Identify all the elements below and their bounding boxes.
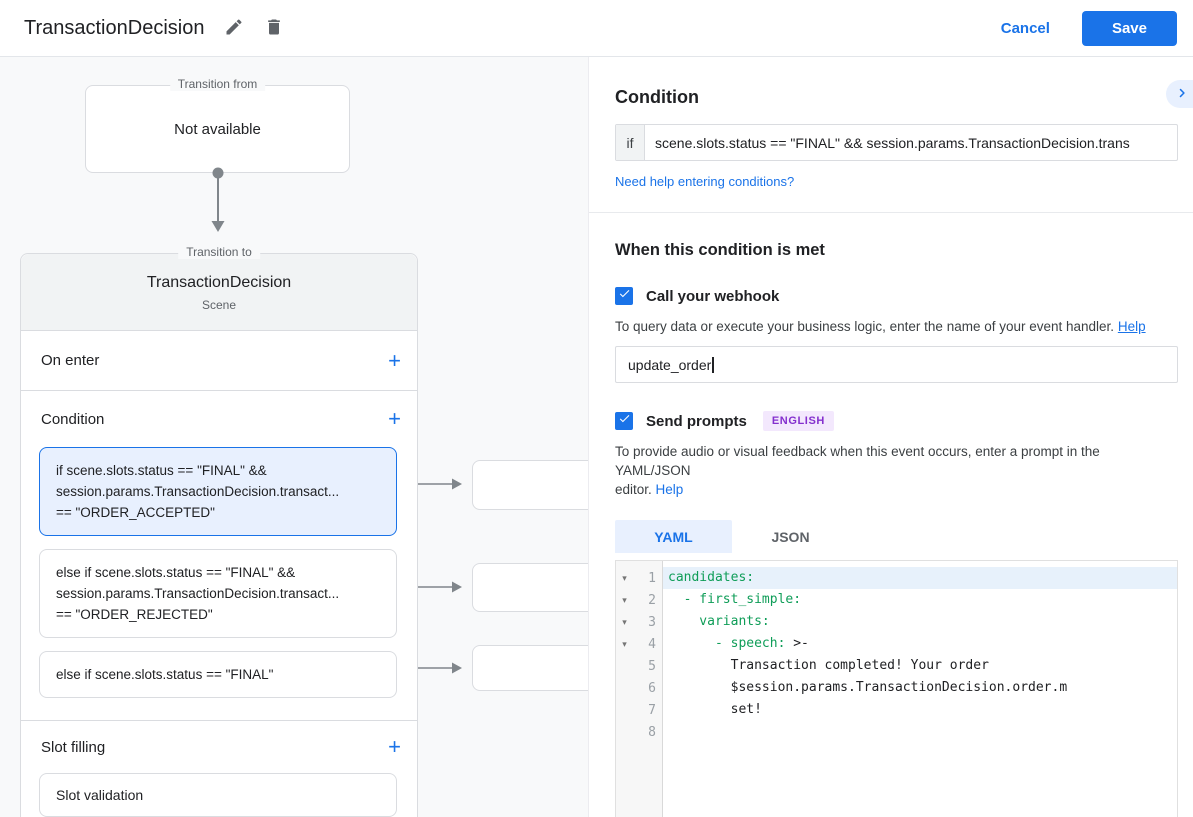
editor-code-area[interactable]: candidates: - first_simple: variants: - … <box>663 561 1177 817</box>
slot-filling-section: Slot filling + Slot validation <box>21 721 417 817</box>
webhook-help-link[interactable]: Help <box>1118 319 1146 334</box>
code-line: candidates: <box>663 567 1177 589</box>
editor-gutter: ▾1 ▾2 ▾3 ▾4 5 6 7 8 <box>616 561 663 817</box>
if-prefix-label: if <box>616 125 645 160</box>
scene-name: TransactionDecision <box>21 274 417 292</box>
code-line: set! <box>663 699 1177 721</box>
text-caret <box>712 357 714 373</box>
tab-json[interactable]: JSON <box>732 520 849 553</box>
collapse-panel-button[interactable] <box>1166 80 1193 108</box>
condition-item-rejected[interactable]: else if scene.slots.status == "FINAL" &&… <box>39 549 397 638</box>
condition-section: Condition + if scene.slots.status == "FI… <box>21 391 417 721</box>
fold-icon[interactable]: ▾ <box>616 617 633 628</box>
transition-from-node: Transition from Not available <box>85 85 350 173</box>
send-prompts-label: Send prompts <box>646 413 747 430</box>
editor-format-tabs: YAML JSON <box>615 520 1178 553</box>
condition-item-final[interactable]: else if scene.slots.status == "FINAL" <box>39 651 397 698</box>
scene-card-header[interactable]: TransactionDecision Scene <box>21 254 417 331</box>
chevron-right-icon <box>1173 84 1191 105</box>
transition-target-box-1[interactable] <box>472 460 589 510</box>
code-line: $session.params.TransactionDecision.orde… <box>663 677 1177 699</box>
call-webhook-checkbox[interactable] <box>615 287 633 305</box>
scene-kind: Scene <box>21 298 417 312</box>
call-webhook-label: Call your webhook <box>646 288 779 305</box>
scene-diagram-canvas: Transition from Not available Transition… <box>0 57 589 817</box>
language-badge: ENGLISH <box>763 411 834 431</box>
on-enter-title: On enter <box>41 352 99 369</box>
prompt-code-editor[interactable]: ▾1 ▾2 ▾3 ▾4 5 6 7 8 candidates: - first_… <box>615 560 1178 817</box>
code-line: - first_simple: <box>663 589 1177 611</box>
send-prompts-checkbox[interactable] <box>615 412 633 430</box>
fold-icon[interactable]: ▾ <box>616 639 633 650</box>
cancel-button[interactable]: Cancel <box>983 12 1068 45</box>
transition-to-label: Transition to <box>178 245 260 259</box>
slot-filling-title: Slot filling <box>41 739 105 756</box>
fold-icon[interactable]: ▾ <box>616 573 633 584</box>
condition-item-accepted[interactable]: if scene.slots.status == "FINAL" && sess… <box>39 447 397 536</box>
checkmark-icon <box>618 412 631 430</box>
transition-from-label: Transition from <box>170 77 266 91</box>
transition-from-value: Not available <box>174 121 261 138</box>
when-condition-met-title: When this condition is met <box>615 241 1178 260</box>
checkmark-icon <box>618 287 631 305</box>
code-line <box>663 721 1177 743</box>
prompts-help-link[interactable]: Help <box>656 482 684 497</box>
transition-target-box-3[interactable] <box>472 645 589 691</box>
add-slot-icon[interactable]: + <box>388 736 401 758</box>
tab-yaml[interactable]: YAML <box>615 520 732 553</box>
trash-icon <box>264 17 284 40</box>
condition-expression-input[interactable]: scene.slots.status == "FINAL" && session… <box>645 125 1177 160</box>
add-on-enter-icon[interactable]: + <box>388 350 401 372</box>
send-prompts-row: Send prompts ENGLISH <box>615 411 1178 431</box>
edit-title-button[interactable] <box>216 10 252 46</box>
pencil-icon <box>224 17 244 40</box>
code-line: variants: <box>663 611 1177 633</box>
save-button[interactable]: Save <box>1082 11 1177 46</box>
webhook-handler-input[interactable]: update_order <box>615 346 1178 383</box>
page-title: TransactionDecision <box>24 17 204 40</box>
transition-target-box-2[interactable] <box>472 563 589 612</box>
code-line: Transaction completed! Your order <box>663 655 1177 677</box>
top-bar: TransactionDecision Cancel Save <box>0 0 1193 57</box>
delete-scene-button[interactable] <box>256 10 292 46</box>
add-condition-icon[interactable]: + <box>388 408 401 430</box>
panel-divider <box>589 212 1193 213</box>
fold-icon[interactable]: ▾ <box>616 595 633 606</box>
on-enter-section[interactable]: On enter + <box>21 331 417 391</box>
conditions-help-link[interactable]: Need help entering conditions? <box>615 174 794 189</box>
transition-to-node: Transition to TransactionDecision Scene … <box>20 253 418 817</box>
code-line: - speech: >- <box>663 633 1177 655</box>
webhook-description: To query data or execute your business l… <box>615 317 1178 336</box>
condition-edit-panel: Condition if scene.slots.status == "FINA… <box>589 57 1193 817</box>
condition-section-title: Condition <box>41 411 104 428</box>
condition-expression-field: if scene.slots.status == "FINAL" && sess… <box>615 124 1178 161</box>
call-webhook-row: Call your webhook <box>615 287 1178 305</box>
slot-validation-item[interactable]: Slot validation <box>39 773 397 817</box>
prompts-description: To provide audio or visual feedback when… <box>615 442 1178 499</box>
panel-title: Condition <box>615 87 1178 108</box>
